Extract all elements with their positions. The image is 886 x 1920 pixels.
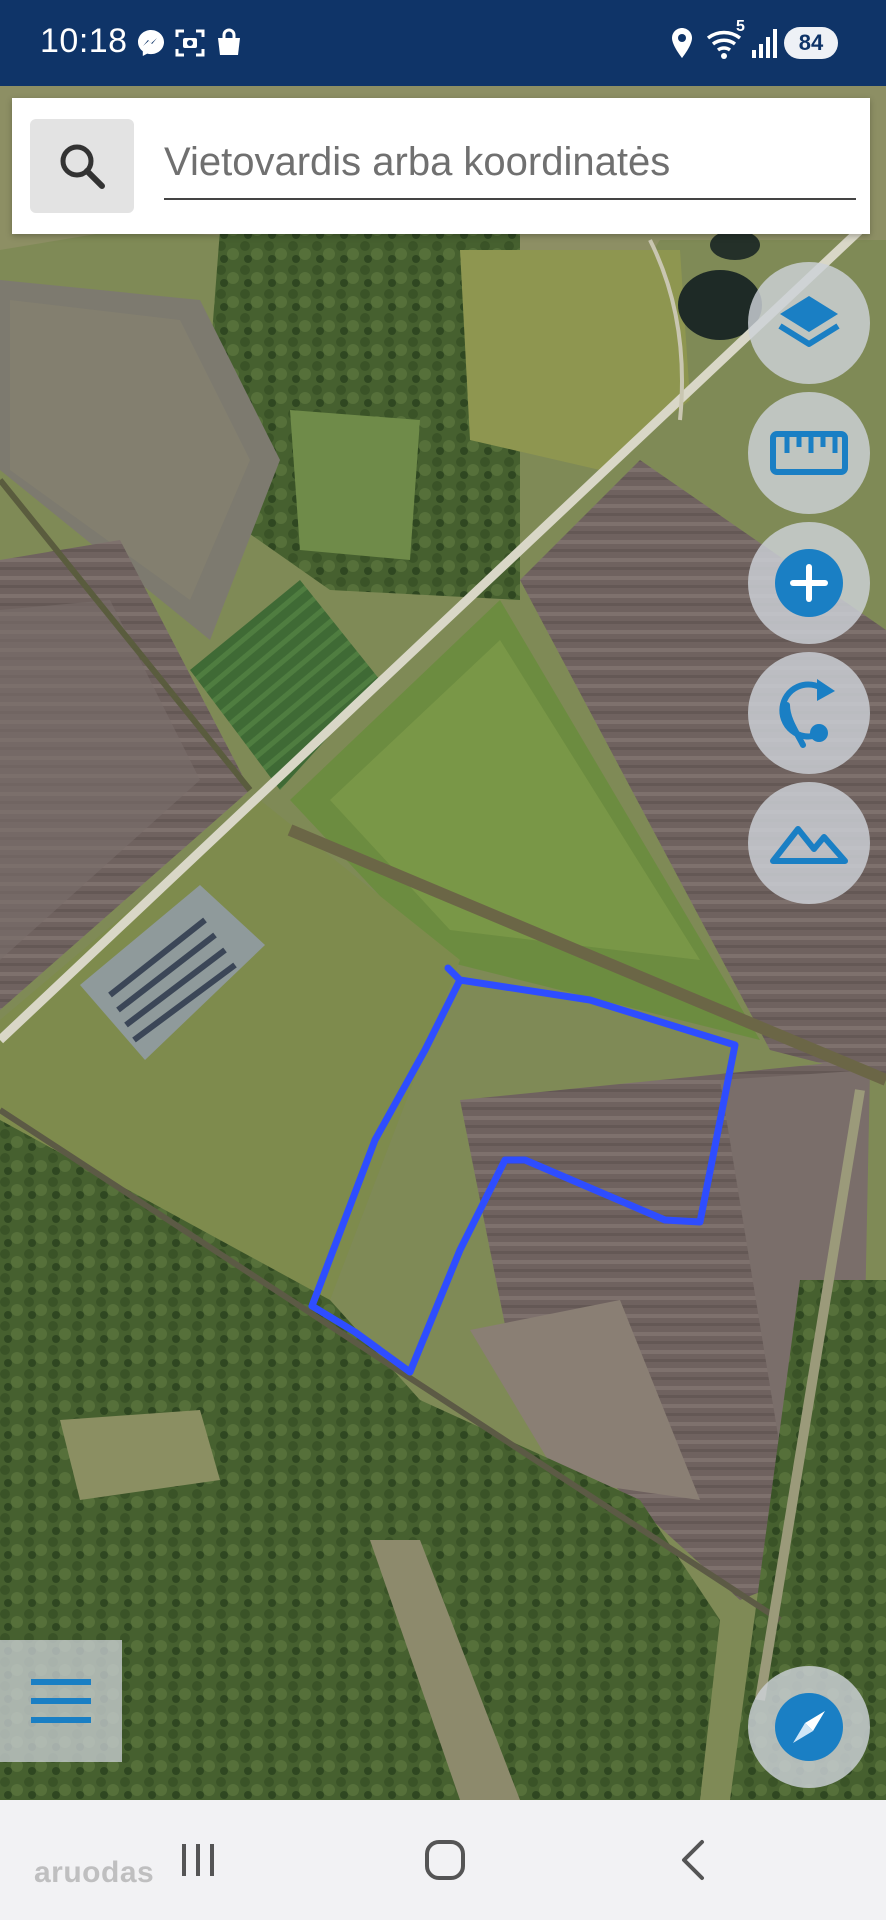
layers-button[interactable] xyxy=(748,262,870,384)
system-nav-bar: aruodas xyxy=(0,1800,886,1920)
back-button[interactable] xyxy=(664,1830,724,1890)
messenger-icon xyxy=(138,30,164,56)
search-input[interactable] xyxy=(164,132,856,200)
add-button[interactable] xyxy=(748,522,870,644)
location-icon xyxy=(672,28,692,58)
measure-button[interactable] xyxy=(748,392,870,514)
rotate-location-button[interactable] xyxy=(748,652,870,774)
home-icon xyxy=(425,1840,465,1880)
wifi-badge: 5 xyxy=(736,18,745,35)
battery-indicator: 84 xyxy=(784,27,838,59)
layers-icon xyxy=(778,296,840,347)
search-button[interactable] xyxy=(30,119,134,213)
watermark: aruodas xyxy=(34,1856,155,1889)
back-icon xyxy=(682,1840,704,1880)
terrain-button[interactable] xyxy=(748,782,870,904)
compass-button[interactable] xyxy=(748,1666,870,1788)
signal-icon xyxy=(752,29,777,58)
plus-icon xyxy=(775,549,843,617)
compass-icon xyxy=(775,1693,843,1761)
rotate-location-icon xyxy=(779,679,835,748)
screenshot-icon xyxy=(175,29,205,57)
ruler-icon xyxy=(770,431,848,475)
menu-button[interactable] xyxy=(0,1640,122,1762)
recent-apps-button[interactable] xyxy=(168,1830,228,1890)
hamburger-menu-icon xyxy=(31,1679,91,1723)
search-icon xyxy=(60,144,105,189)
search-bar xyxy=(12,98,870,234)
status-time: 10:18 xyxy=(40,22,128,60)
status-bar: 10:18 5 84 xyxy=(0,0,886,86)
home-button[interactable] xyxy=(415,1830,475,1890)
shopping-bag-icon xyxy=(218,28,240,55)
mountain-icon xyxy=(770,826,848,864)
recent-apps-icon xyxy=(182,1844,214,1876)
